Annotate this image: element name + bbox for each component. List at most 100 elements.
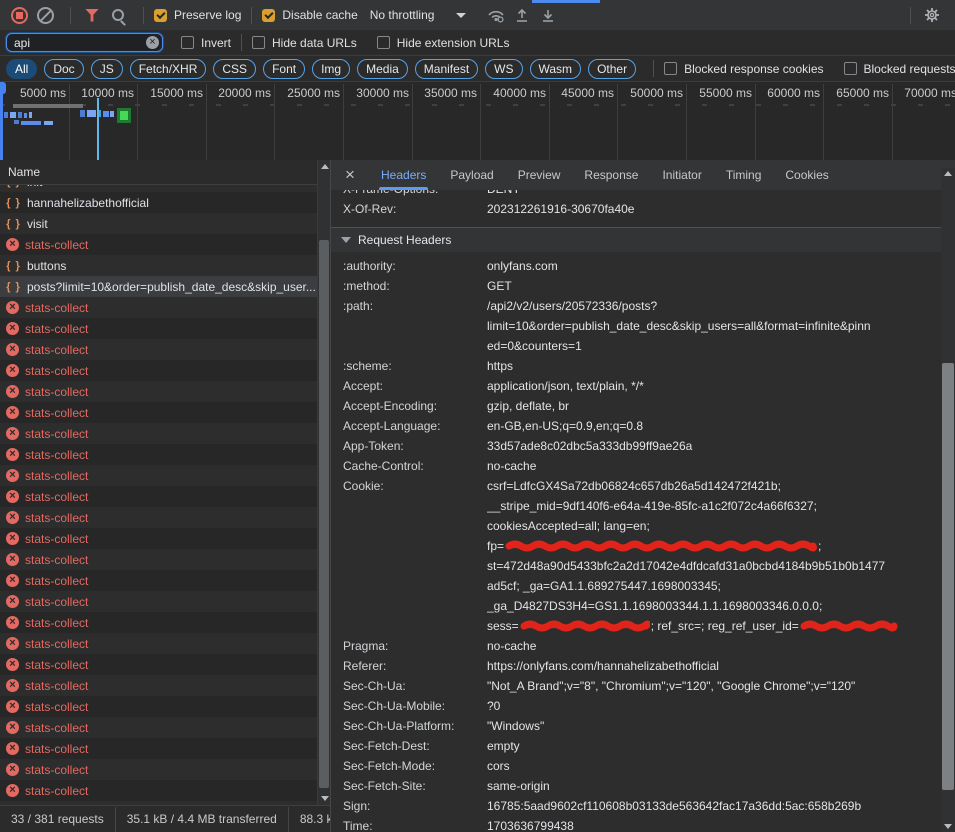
tab-response[interactable]: Response: [572, 160, 650, 190]
request-name: stats-collect: [25, 364, 317, 378]
request-row[interactable]: stats-collect: [0, 318, 317, 339]
scroll-down-icon[interactable]: [321, 796, 329, 801]
throttling-dropdown[interactable]: No throttling: [370, 8, 467, 22]
header-value-line: no-cache: [487, 456, 941, 476]
request-row[interactable]: stats-collect: [0, 591, 317, 612]
export-har-button[interactable]: [540, 4, 562, 26]
type-filter-doc[interactable]: Doc: [44, 59, 83, 79]
header-row: :method:GET: [331, 276, 941, 296]
network-overview-timeline[interactable]: 5000 ms10000 ms15000 ms20000 ms25000 ms3…: [0, 82, 955, 161]
header-value: ?0: [487, 696, 941, 716]
request-row[interactable]: stats-collect: [0, 612, 317, 633]
checkbox-blocked-requests[interactable]: Blocked requests: [844, 62, 955, 76]
request-row[interactable]: stats-collect: [0, 381, 317, 402]
request-row[interactable]: stats-collect: [0, 570, 317, 591]
scrollbar-thumb[interactable]: [942, 363, 954, 790]
request-row[interactable]: stats-collect: [0, 633, 317, 654]
network-conditions-button[interactable]: [488, 4, 510, 26]
request-row[interactable]: stats-collect: [0, 234, 317, 255]
type-filter-wasm[interactable]: Wasm: [530, 59, 582, 79]
close-icon[interactable]: [339, 165, 361, 185]
headers-content: X-Frame-Options:DENYX-Of-Rev:20231226191…: [331, 190, 941, 832]
disable-cache-checkbox[interactable]: Disable cache: [262, 8, 357, 22]
details-scrollbar[interactable]: [941, 168, 955, 832]
request-row[interactable]: stats-collect: [0, 423, 317, 444]
request-row[interactable]: hannahelizabethofficial: [0, 192, 317, 213]
request-row[interactable]: init: [0, 185, 317, 192]
failed-request-icon: [6, 448, 19, 461]
request-row[interactable]: stats-collect: [0, 717, 317, 738]
type-filter-fetch-xhr[interactable]: Fetch/XHR: [130, 59, 207, 79]
chevron-down-icon: [341, 237, 351, 243]
header-value-line: _ga_D4827DS3H4=GS1.1.1698003344.1.1.1698…: [487, 596, 941, 616]
tab-preview[interactable]: Preview: [506, 160, 573, 190]
record-button[interactable]: [8, 4, 30, 26]
clear-button[interactable]: [34, 4, 56, 26]
tab-initiator[interactable]: Initiator: [650, 160, 713, 190]
header-name: Accept-Language:: [331, 416, 487, 436]
request-row[interactable]: stats-collect: [0, 528, 317, 549]
request-row[interactable]: stats-collect: [0, 486, 317, 507]
hide-data-urls-checkbox[interactable]: Hide data URLs: [252, 36, 357, 50]
divider: [653, 60, 654, 77]
tab-timing[interactable]: Timing: [714, 160, 774, 190]
request-row[interactable]: buttons: [0, 255, 317, 276]
header-row: Cache-Control:no-cache: [331, 456, 941, 476]
request-row[interactable]: posts?limit=10&order=publish_date_desc&s…: [0, 276, 317, 297]
invert-checkbox[interactable]: Invert: [181, 36, 231, 50]
request-name: stats-collect: [25, 616, 317, 630]
request-row[interactable]: stats-collect: [0, 465, 317, 486]
request-row[interactable]: stats-collect: [0, 339, 317, 360]
type-filter-manifest[interactable]: Manifest: [415, 59, 478, 79]
scroll-down-icon[interactable]: [944, 824, 952, 829]
settings-button[interactable]: [921, 4, 943, 26]
request-row[interactable]: stats-collect: [0, 402, 317, 423]
request-row[interactable]: stats-collect: [0, 675, 317, 696]
hide-extension-urls-checkbox[interactable]: Hide extension URLs: [377, 36, 510, 50]
type-filter-font[interactable]: Font: [263, 59, 305, 79]
header-name: :path:: [331, 296, 487, 316]
header-name: Sec-Ch-Ua:: [331, 676, 487, 696]
requests-list-panel: Name inithannahelizabethofficialvisitsta…: [0, 160, 330, 832]
tab-cookies[interactable]: Cookies: [773, 160, 840, 190]
filter-input[interactable]: [6, 33, 163, 52]
type-filter-img[interactable]: Img: [312, 59, 350, 79]
failed-request-icon: [6, 658, 19, 671]
request-row[interactable]: stats-collect: [0, 444, 317, 465]
request-row[interactable]: stats-collect: [0, 696, 317, 717]
header-value: 1703636799438: [487, 816, 941, 832]
search-button[interactable]: [107, 4, 129, 26]
request-row[interactable]: stats-collect: [0, 360, 317, 381]
request-row[interactable]: stats-collect: [0, 549, 317, 570]
filter-toggle-button[interactable]: [81, 4, 103, 26]
clear-filter-icon[interactable]: [146, 36, 159, 49]
scrollbar-thumb[interactable]: [319, 240, 329, 788]
type-filter-css[interactable]: CSS: [213, 59, 256, 79]
requests-scrollbar[interactable]: [317, 160, 330, 806]
request-row[interactable]: stats-collect: [0, 507, 317, 528]
request-row[interactable]: stats-collect: [0, 780, 317, 801]
header-row: Sign:16785:5aad9602cf110608b03133de56364…: [331, 796, 941, 816]
type-filter-all[interactable]: All: [6, 59, 37, 79]
request-name: buttons: [27, 259, 317, 273]
request-row[interactable]: stats-collect: [0, 738, 317, 759]
header-value-line: limit=10&order=publish_date_desc&skip_us…: [487, 316, 941, 336]
request-row[interactable]: stats-collect: [0, 297, 317, 318]
header-value-line: __stripe_mid=9df140f6-e64a-419e-85fc-a1c…: [487, 496, 941, 516]
scroll-up-icon[interactable]: [321, 164, 329, 169]
type-filter-other[interactable]: Other: [588, 59, 636, 79]
request-row[interactable]: visit: [0, 213, 317, 234]
tab-headers[interactable]: Headers: [369, 160, 438, 190]
request-row[interactable]: stats-collect: [0, 759, 317, 780]
type-filter-ws[interactable]: WS: [485, 59, 522, 79]
import-har-button[interactable]: [514, 4, 536, 26]
tab-payload[interactable]: Payload: [438, 160, 505, 190]
preserve-log-checkbox[interactable]: Preserve log: [154, 8, 241, 22]
name-column-header[interactable]: Name: [0, 160, 330, 185]
request-headers-section-header[interactable]: Request Headers: [331, 228, 941, 252]
type-filter-media[interactable]: Media: [357, 59, 408, 79]
checkbox-blocked-response-cookies[interactable]: Blocked response cookies: [664, 62, 823, 76]
type-filter-js[interactable]: JS: [91, 59, 123, 79]
request-row[interactable]: stats-collect: [0, 654, 317, 675]
scroll-up-icon[interactable]: [944, 171, 952, 176]
